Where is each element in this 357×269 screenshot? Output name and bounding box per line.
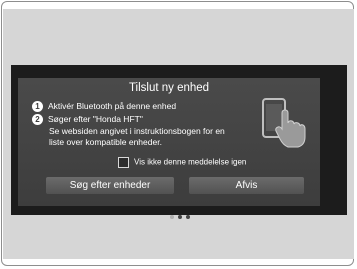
dialog-title: Tilslut ny enhed bbox=[128, 82, 210, 94]
step-2-text: Søger efter "Honda HFT" bbox=[48, 114, 143, 124]
step-number-1-icon: 1 bbox=[32, 101, 43, 113]
dont-show-again-label: Vis ikke denne meddelelse igen bbox=[134, 157, 247, 167]
page-dot-2 bbox=[178, 215, 182, 219]
dont-show-again-option[interactable]: Vis ikke denne meddelelse igen bbox=[118, 157, 246, 168]
page-indicator bbox=[170, 206, 194, 219]
compatibility-info: Se websiden angivet i instruktionsbogen … bbox=[49, 126, 279, 147]
decline-button[interactable]: Afvis bbox=[189, 177, 304, 194]
search-devices-button[interactable]: Søg efter enheder bbox=[46, 177, 174, 194]
page-dot-3 bbox=[186, 215, 190, 219]
info-line-1: Se websiden angivet i instruktionsbogen … bbox=[49, 126, 225, 136]
dont-show-again-checkbox[interactable] bbox=[118, 157, 129, 168]
step-1: 1 Aktivér Bluetooth på denne enhed bbox=[32, 101, 177, 113]
step-number-2-icon: 2 bbox=[32, 114, 43, 126]
phone-touch-icon bbox=[262, 98, 306, 148]
page-dot-1 bbox=[170, 215, 174, 219]
info-line-2: liste over kompatible enheder. bbox=[49, 136, 162, 147]
step-1-text: Aktivér Bluetooth på denne enhed bbox=[48, 101, 177, 111]
step-2: 2 Søger efter "Honda HFT" bbox=[32, 114, 143, 126]
